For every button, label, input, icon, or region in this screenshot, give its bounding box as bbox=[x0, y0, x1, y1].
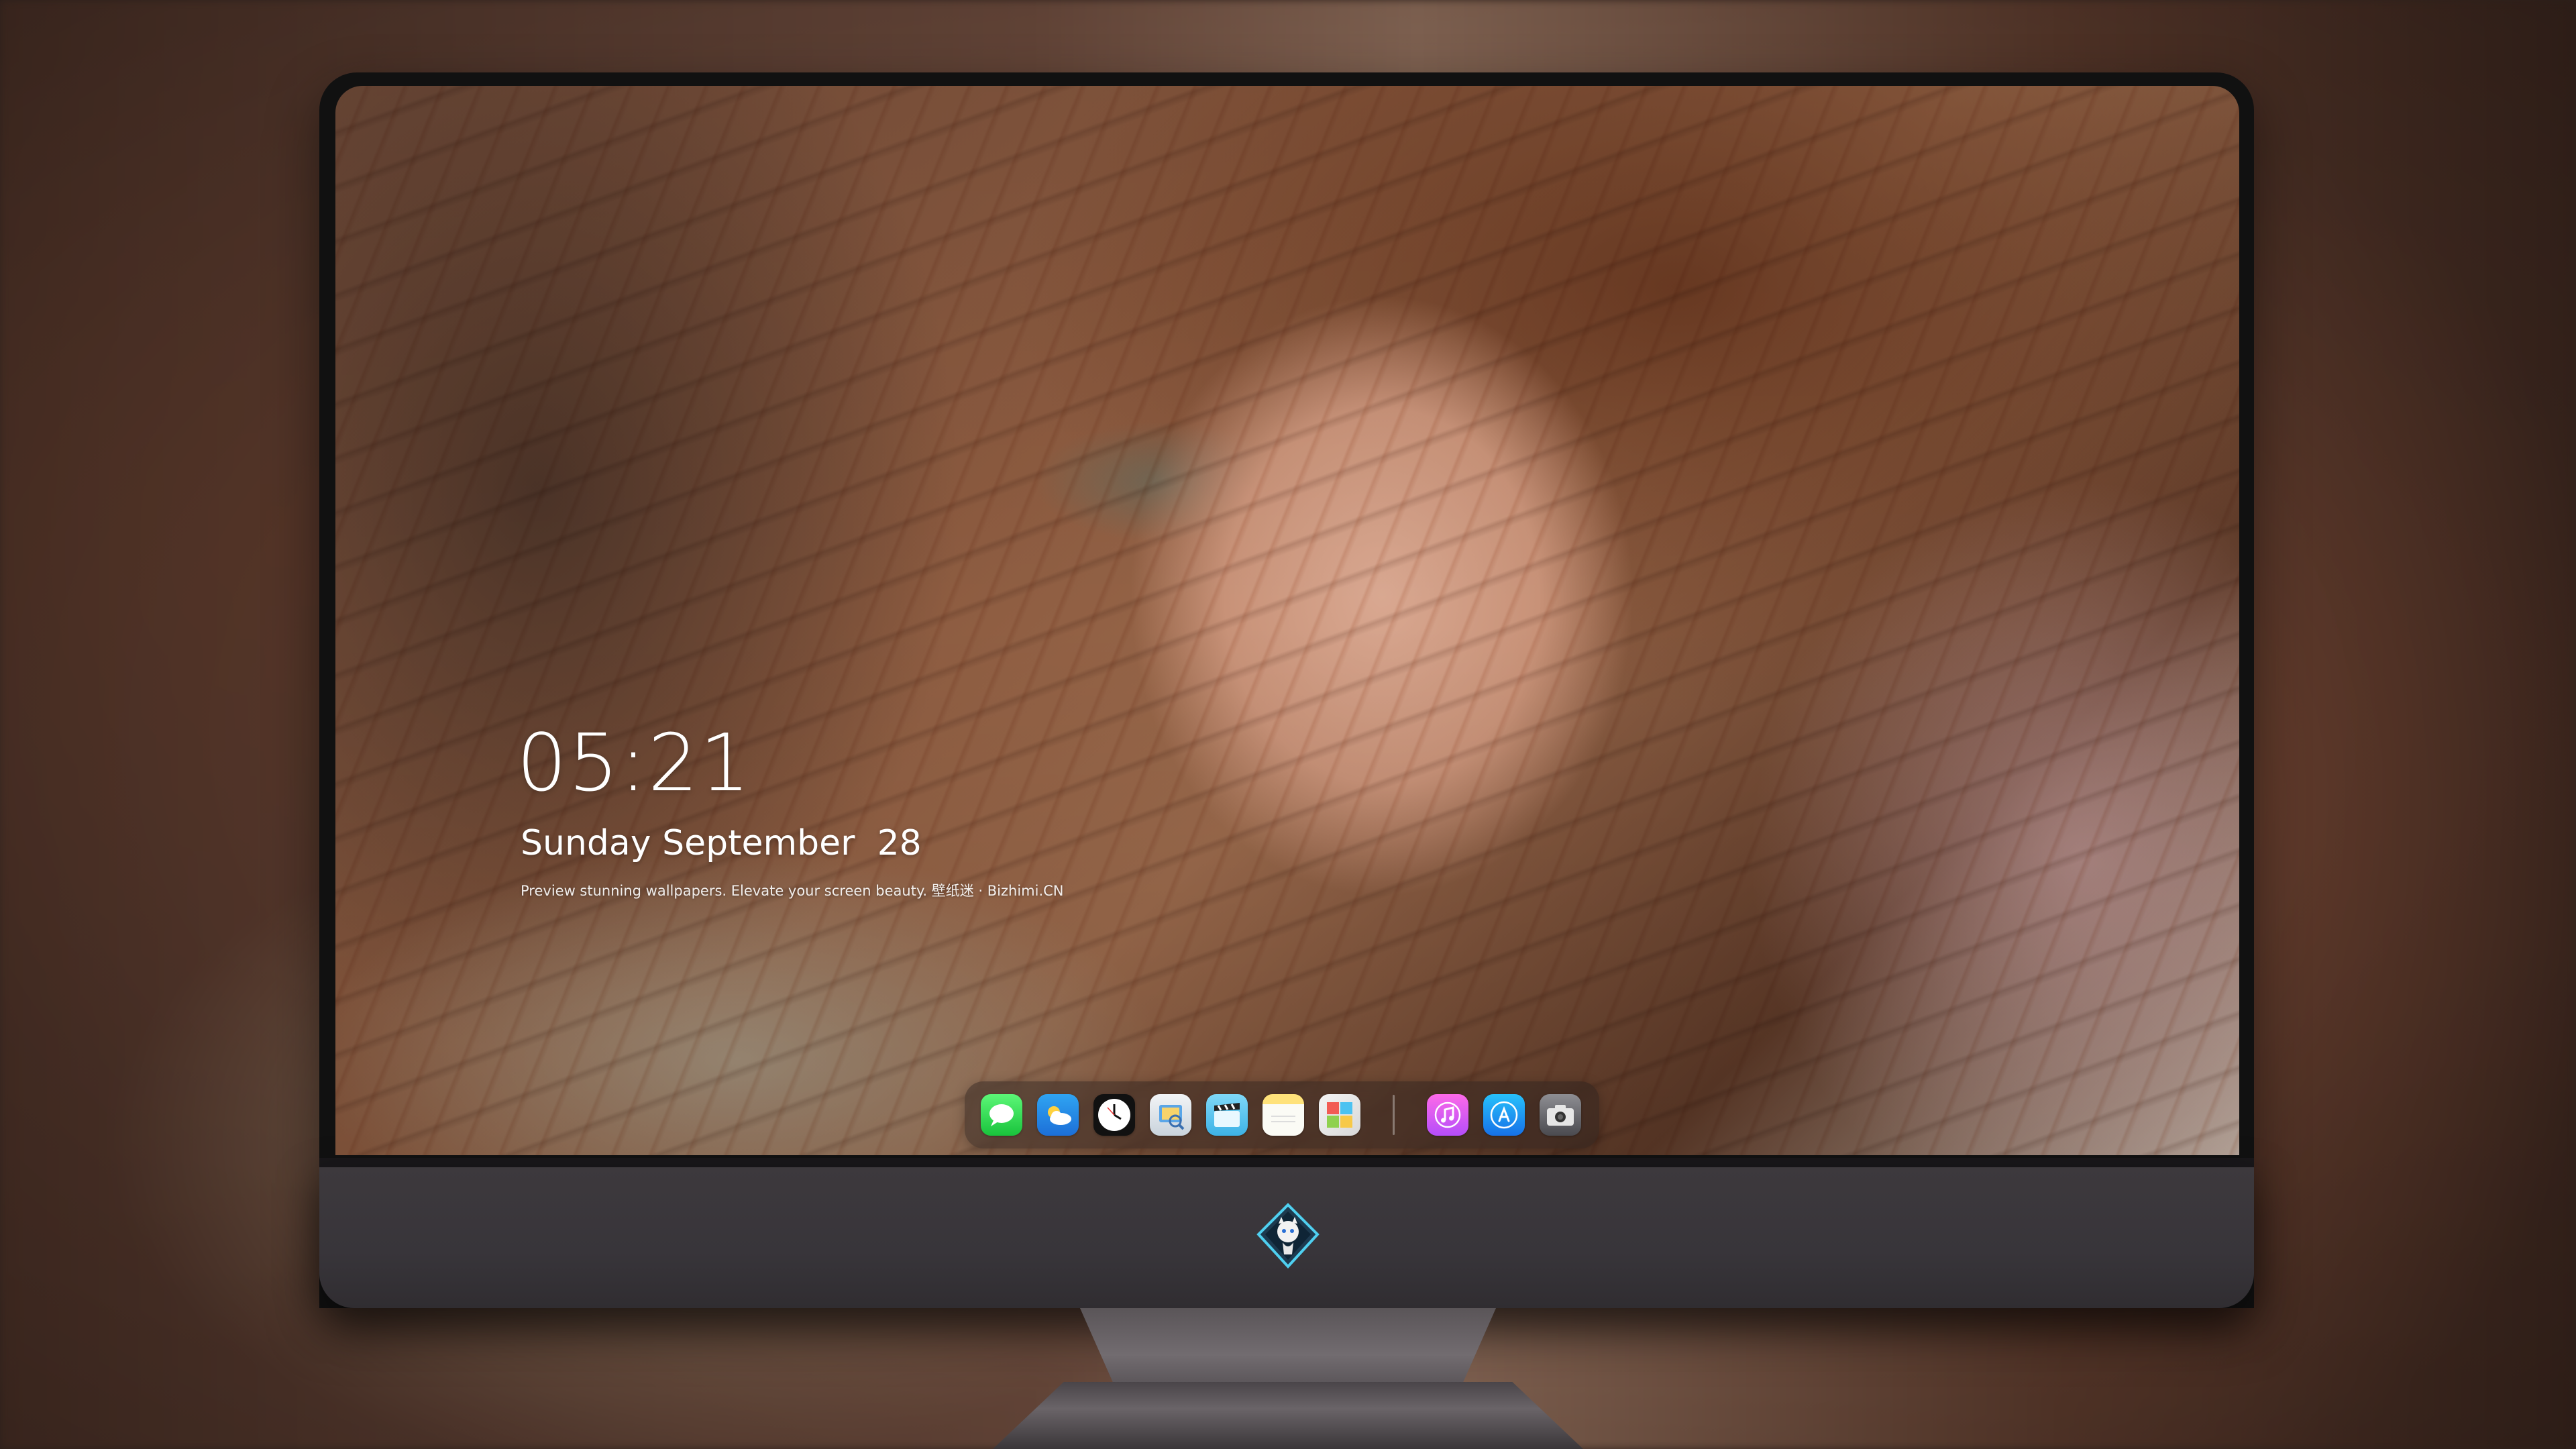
wallpaper-shade bbox=[335, 86, 2239, 1155]
monitor-screen[interactable]: 05:21 Sunday September 28 Preview stunni… bbox=[335, 86, 2239, 1155]
music-note-icon[interactable] bbox=[1427, 1094, 1468, 1136]
camera-icon[interactable] bbox=[1540, 1094, 1581, 1136]
lockscreen-time: 05:21 bbox=[517, 716, 752, 809]
app-store-icon[interactable] bbox=[1483, 1094, 1525, 1136]
clapperboard-icon[interactable] bbox=[1206, 1094, 1248, 1136]
photo-grid-icon[interactable] bbox=[1319, 1094, 1360, 1136]
lockscreen-date: Sunday September 28 bbox=[521, 823, 922, 863]
messages-icon[interactable] bbox=[981, 1094, 1022, 1136]
clock-icon[interactable] bbox=[1093, 1094, 1135, 1136]
dock bbox=[965, 1081, 1599, 1148]
brand-logo-icon bbox=[1253, 1201, 1323, 1271]
notes-icon[interactable] bbox=[1263, 1094, 1304, 1136]
dock-separator bbox=[1393, 1095, 1395, 1135]
preview-icon[interactable] bbox=[1150, 1094, 1191, 1136]
lockscreen-tagline: Preview stunning wallpapers. Elevate you… bbox=[521, 883, 1064, 899]
monitor-stand-base bbox=[993, 1382, 1583, 1449]
weather-icon[interactable] bbox=[1037, 1094, 1079, 1136]
